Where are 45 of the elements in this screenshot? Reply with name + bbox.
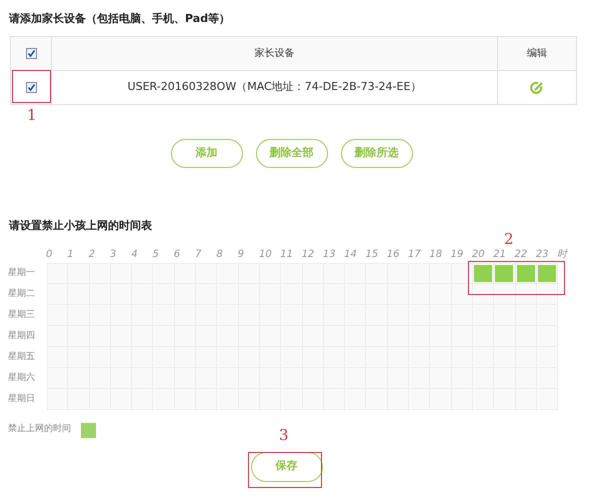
day-label: 星期三 <box>8 308 36 322</box>
hour-label: 7 <box>195 248 202 262</box>
hour-label: 21 <box>493 248 507 262</box>
annotation-number: 1 <box>27 108 37 123</box>
section-title: 请添加家长设备（包括电脑、手机、Pad等） <box>9 11 232 27</box>
hour-label: 12 <box>302 248 316 262</box>
annotation-number: 2 <box>504 232 514 247</box>
hour-label: 2 <box>88 248 96 262</box>
hour-label: 17 <box>408 248 422 262</box>
hour-label: 1 <box>67 248 75 262</box>
hour-label: 0 <box>46 248 54 262</box>
day-label: 星期二 <box>8 288 36 300</box>
hour-label: 18 <box>429 248 444 262</box>
day-label: 星期六 <box>8 372 36 384</box>
hour-label: 5 <box>152 248 160 262</box>
legend-label: 禁止上网的时间 <box>8 423 71 436</box>
day-label: 星期五 <box>8 350 36 364</box>
day-label: 星期日 <box>8 392 36 406</box>
action-button[interactable]: 删除所选 <box>340 139 412 168</box>
hour-label: 9 <box>238 248 246 262</box>
section-title: 请设置禁止小孩上网的时间表 <box>9 218 153 234</box>
hour-label: 3 <box>110 248 118 262</box>
hour-label: 14 <box>344 248 358 262</box>
hour-label: 4 <box>131 248 139 262</box>
hour-label: 19 <box>450 248 464 262</box>
hour-label: 20 <box>472 248 486 262</box>
hour-label: 时 <box>557 248 569 262</box>
day-label: 星期四 <box>8 330 36 342</box>
table-cell-text: USER-20160328OW（MAC地址：74-DE-2B-73-24-EE） <box>128 79 422 96</box>
action-button[interactable]: 删除全部 <box>256 139 328 168</box>
action-button[interactable]: 添加 <box>170 139 242 168</box>
hour-label: 16 <box>386 248 400 262</box>
hour-label: 11 <box>280 248 294 262</box>
column-header: 编辑 <box>527 46 547 61</box>
save-button[interactable]: 保存 <box>250 452 322 482</box>
hour-label: 15 <box>365 248 380 262</box>
annotation-number: 3 <box>279 428 289 443</box>
hour-label: 13 <box>322 248 337 262</box>
hour-label: 10 <box>258 248 273 262</box>
hour-label: 23 <box>536 248 550 262</box>
hour-label: 22 <box>514 248 528 262</box>
day-label: 星期一 <box>8 266 36 280</box>
column-header: 家长设备 <box>254 46 294 61</box>
hour-label: 8 <box>216 248 224 262</box>
hour-label: 6 <box>174 248 182 262</box>
